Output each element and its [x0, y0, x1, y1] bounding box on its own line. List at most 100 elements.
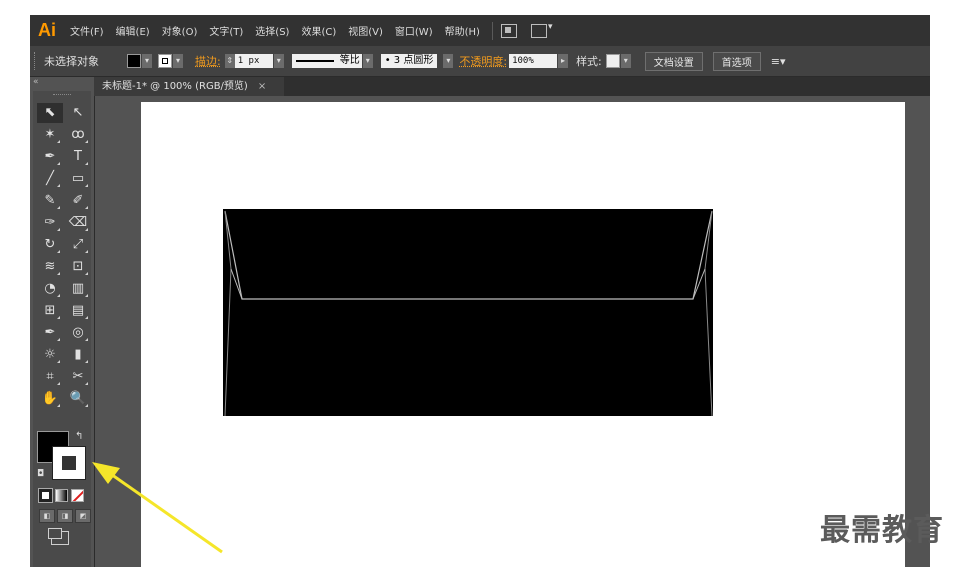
- menu-view[interactable]: 视图(V): [348, 23, 383, 38]
- default-fill-stroke-icon[interactable]: ◘: [37, 469, 44, 479]
- blob-brush-tool-glyph: ✑: [44, 215, 56, 230]
- opacity-field[interactable]: 100%: [509, 54, 558, 68]
- chevron-right-icon[interactable]: ▸: [558, 54, 569, 68]
- stroke-color-dropdown[interactable]: ▾: [158, 54, 183, 68]
- menu-select[interactable]: 选择(S): [255, 23, 289, 38]
- menu-help[interactable]: 帮助(H): [445, 23, 480, 38]
- rotate-tool-icon[interactable]: ↻: [37, 235, 63, 255]
- menu-object[interactable]: 对象(O): [162, 23, 198, 38]
- color-mode-icon[interactable]: [38, 488, 53, 503]
- none-mode-icon[interactable]: [71, 489, 84, 502]
- stroke-stepper[interactable]: ⇕: [224, 54, 235, 68]
- menu-effect[interactable]: 效果(C): [301, 23, 336, 38]
- line-segment-tool-glyph: ╱: [46, 171, 54, 186]
- perspective-grid-tool-glyph: ▥: [71, 281, 85, 296]
- artboard-tool-glyph: ⌗: [46, 369, 54, 384]
- mesh-tool-glyph: ⊞: [44, 303, 56, 318]
- tools-panel: « ⬉ ↖ ✶ ꝏ ✒ T ╱ ▭ ✎ ✐ ✑ ⌫ ↻ ⤢ ≋ ⊡ ◔ ▥ ⊞ ▤ ✒ ◎ ☼ ▮ ⌗ ✂ ✋ 🔍 ↰ ◘ ◧ ◨ ◩: [30, 77, 95, 567]
- perspective-grid-tool-icon[interactable]: ▥: [65, 279, 91, 299]
- menu-type[interactable]: 文字(T): [209, 23, 243, 38]
- selection-tool-icon[interactable]: ⬉: [37, 103, 63, 123]
- selection-tool-glyph: ⬉: [44, 105, 56, 120]
- stroke-label[interactable]: 描边:: [195, 53, 221, 69]
- zoom-tool-glyph: 🔍: [69, 391, 87, 406]
- collapse-panel-icon[interactable]: «: [33, 77, 39, 87]
- toolbox-grip[interactable]: [53, 94, 71, 97]
- lasso-tool-icon[interactable]: ꝏ: [65, 125, 91, 145]
- type-tool-icon[interactable]: T: [65, 147, 91, 167]
- artboard-tool-icon[interactable]: ⌗: [37, 367, 63, 387]
- swap-fill-stroke-icon[interactable]: ↰: [75, 431, 83, 442]
- eyedropper-tool-icon[interactable]: ✒: [37, 323, 63, 343]
- selection-status: 未选择对象: [44, 55, 99, 68]
- control-bar-grip[interactable]: [34, 52, 38, 70]
- hand-tool-icon[interactable]: ✋: [37, 389, 63, 409]
- document-tab[interactable]: 未标题-1* @ 100% (RGB/预览) ×: [94, 77, 284, 96]
- direct-selection-tool-icon[interactable]: ↖: [65, 103, 91, 123]
- stroke-swatch: [158, 54, 172, 68]
- eyedropper-tool-glyph: ✒: [44, 325, 56, 340]
- screen-mode-icon[interactable]: [48, 528, 69, 545]
- paintbrush-tool-glyph: ✎: [44, 193, 56, 208]
- shape-builder-tool-icon[interactable]: ◔: [37, 279, 63, 299]
- rectangle-tool-icon[interactable]: ▭: [65, 169, 91, 189]
- pen-tool-icon[interactable]: ✒: [37, 147, 63, 167]
- arrange-documents-icon[interactable]: [530, 22, 552, 38]
- watermark: 最需教育: [820, 513, 944, 548]
- draw-behind-icon[interactable]: ◨: [57, 509, 73, 523]
- pencil-tool-icon[interactable]: ✐: [65, 191, 91, 211]
- profile-label[interactable]: 等比: [337, 54, 362, 68]
- rotate-tool-glyph: ↻: [44, 237, 56, 252]
- width-tool-icon[interactable]: ≋: [37, 257, 63, 277]
- menu-window[interactable]: 窗口(W): [395, 23, 433, 38]
- paintbrush-tool-icon[interactable]: ✎: [37, 191, 63, 211]
- style-label: 样式:: [576, 55, 602, 68]
- chevron-down-icon: ▾: [173, 54, 183, 68]
- hand-tool-glyph: ✋: [41, 391, 59, 406]
- bridge-icon[interactable]: [500, 23, 517, 38]
- gradient-tool-icon[interactable]: ▤: [65, 301, 91, 321]
- envelope-artwork[interactable]: [223, 209, 715, 418]
- slice-tool-glyph: ✂: [72, 369, 84, 384]
- chevron-down-icon[interactable]: ▾: [273, 54, 284, 68]
- symbol-sprayer-tool-icon[interactable]: ☼: [37, 345, 63, 365]
- draw-normal-icon[interactable]: ◧: [39, 509, 55, 523]
- magic-wand-tool-glyph: ✶: [44, 127, 56, 142]
- eraser-tool-icon[interactable]: ⌫: [65, 213, 91, 233]
- free-transform-tool-icon[interactable]: ⊡: [65, 257, 91, 277]
- line-segment-tool-icon[interactable]: ╱: [37, 169, 63, 189]
- document-setup-button[interactable]: 文档设置: [644, 51, 703, 71]
- blend-tool-icon[interactable]: ◎: [65, 323, 91, 343]
- scale-tool-icon[interactable]: ⤢: [65, 235, 91, 255]
- control-menu-icon[interactable]: ≡▾: [771, 55, 786, 68]
- graphic-style-dropdown[interactable]: ▾: [605, 54, 631, 68]
- chevron-down-icon[interactable]: ▾: [443, 54, 454, 68]
- stroke-color-box[interactable]: [52, 446, 86, 480]
- menu-file[interactable]: 文件(F): [70, 23, 104, 38]
- menu-edit[interactable]: 编辑(E): [116, 23, 150, 38]
- blob-brush-tool-icon[interactable]: ✑: [37, 213, 63, 233]
- gradient-mode-icon[interactable]: [55, 489, 68, 502]
- close-icon[interactable]: ×: [258, 81, 266, 92]
- magic-wand-tool-icon[interactable]: ✶: [37, 125, 63, 145]
- symbol-sprayer-tool-glyph: ☼: [44, 347, 56, 362]
- preferences-button[interactable]: 首选项: [712, 51, 761, 71]
- menu-bar: Ai 文件(F) 编辑(E) 对象(O) 文字(T) 选择(S) 效果(C) 视…: [30, 15, 930, 46]
- brush-definition[interactable]: • 3 点圆形: [380, 54, 438, 68]
- stroke-weight-field[interactable]: 1 px: [234, 54, 273, 68]
- chevron-down-icon: ▾: [620, 54, 631, 68]
- zoom-tool-icon[interactable]: 🔍: [65, 389, 91, 409]
- envelope-body: [223, 209, 713, 416]
- column-graph-tool-icon[interactable]: ▮: [65, 345, 91, 365]
- fill-color-dropdown[interactable]: ▾: [127, 54, 152, 68]
- draw-mode-row: ◧ ◨ ◩: [39, 509, 91, 523]
- draw-inside-icon[interactable]: ◩: [75, 509, 91, 523]
- slice-tool-icon[interactable]: ✂: [65, 367, 91, 387]
- variable-width-profile[interactable]: [291, 54, 338, 68]
- opacity-label[interactable]: 不透明度:: [459, 53, 507, 69]
- column-graph-tool-glyph: ▮: [74, 347, 82, 362]
- app-logo: Ai: [38, 20, 56, 40]
- chevron-down-icon[interactable]: ▾: [362, 54, 373, 68]
- pencil-tool-glyph: ✐: [72, 193, 84, 208]
- mesh-tool-icon[interactable]: ⊞: [37, 301, 63, 321]
